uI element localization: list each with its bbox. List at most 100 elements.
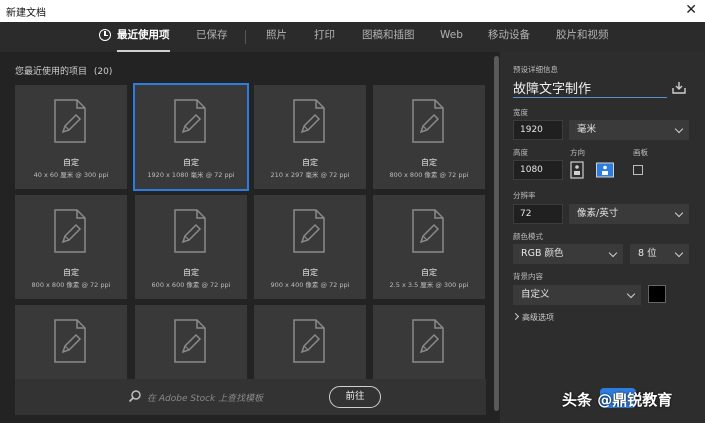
go-button[interactable]: 前往 <box>329 386 381 408</box>
advanced-options-label: 高级选项 <box>522 313 554 322</box>
chevron-down-icon <box>608 248 618 258</box>
width-unit-select[interactable]: 毫米 <box>569 120 689 140</box>
stock-search-placeholder[interactable]: 在 Adobe Stock 上查找模板 <box>147 391 263 404</box>
chevron-down-icon <box>674 124 684 134</box>
tab-recent[interactable]: 最近使用项 <box>117 22 170 52</box>
tab-web[interactable]: Web <box>440 22 463 52</box>
tab-mobile[interactable]: 移动设备 <box>488 22 530 52</box>
recent-preset-card[interactable]: 自定 900 x 400 像素 @ 72 ppi <box>254 195 366 299</box>
preset-label: 自定 <box>302 158 318 167</box>
height-label: 高度 <box>513 148 528 157</box>
scrollbar-thumb[interactable] <box>494 56 499 411</box>
document-icon <box>54 319 86 363</box>
recent-preset-card[interactable]: 自定 40 x 60 厘米 @ 300 ppi <box>15 85 127 189</box>
tab-mobile-label: 移动设备 <box>488 29 530 41</box>
chevron-right-icon <box>511 312 520 321</box>
document-icon <box>412 319 444 363</box>
background-value: 自定义 <box>521 289 550 300</box>
advanced-options-toggle[interactable]: 高级选项 <box>511 312 554 323</box>
recent-preset-card[interactable] <box>15 305 127 379</box>
save-preset-icon[interactable] <box>672 81 686 94</box>
tab-art[interactable]: 图稿和插图 <box>362 22 415 52</box>
document-icon <box>293 209 325 253</box>
chevron-down-icon <box>674 208 684 218</box>
recent-preset-card[interactable]: 自定 600 x 600 像素 @ 72 ppi <box>135 195 247 299</box>
preset-label: 自定 <box>421 158 437 167</box>
artboard-label: 画板 <box>633 148 648 157</box>
tab-film[interactable]: 胶片和视频 <box>556 22 609 52</box>
tab-saved[interactable]: 已保存 <box>196 22 228 52</box>
recent-preset-card[interactable]: 自定 800 x 800 像素 @ 72 ppi <box>15 195 127 299</box>
preset-label: 自定 <box>183 158 199 167</box>
document-icon <box>293 99 325 143</box>
tab-photo[interactable]: 照片 <box>266 22 287 52</box>
artboard-checkbox[interactable] <box>633 165 643 175</box>
preset-size: 800 x 800 像素 @ 72 ppi <box>389 171 469 179</box>
color-mode-select[interactable]: RGB 颜色 <box>513 244 623 264</box>
recent-preset-card[interactable]: 自定 2.5 x 3.5 厘米 @ 300 ppi <box>373 195 485 299</box>
document-icon <box>412 209 444 253</box>
preset-label: 自定 <box>63 158 79 167</box>
document-icon <box>412 99 444 143</box>
bit-depth-select[interactable]: 8 位 <box>630 244 689 264</box>
portrait-icon[interactable] <box>568 161 586 179</box>
height-input[interactable]: 1080 <box>513 160 563 180</box>
color-mode-value: RGB 颜色 <box>521 248 564 259</box>
document-icon <box>174 99 206 143</box>
tab-print[interactable]: 打印 <box>314 22 335 52</box>
document-icon <box>54 99 86 143</box>
landscape-icon[interactable] <box>596 161 614 179</box>
preset-size: 900 x 400 像素 @ 72 ppi <box>270 281 350 289</box>
document-icon <box>293 319 325 363</box>
resolution-unit-select[interactable]: 像素/英寸 <box>569 204 689 224</box>
preset-label: 自定 <box>63 268 79 277</box>
resolution-unit-value: 像素/英寸 <box>577 208 619 219</box>
recent-preset-card[interactable] <box>373 305 485 379</box>
preset-label: 自定 <box>302 268 318 277</box>
preset-header: 预设详细信息 <box>513 65 558 74</box>
tab-saved-label: 已保存 <box>196 29 228 41</box>
recent-preset-card[interactable] <box>254 305 366 379</box>
search-icon <box>128 390 141 403</box>
recent-title-text: 您最近使用的项目 <box>15 67 88 77</box>
clock-icon <box>99 29 111 41</box>
preset-details-panel: 预设详细信息 故障文字制作 宽度 1920 毫米 高度 方向 画板 1080 分… <box>500 52 705 423</box>
width-unit-value: 毫米 <box>577 124 597 135</box>
recent-preset-card[interactable]: 自定 800 x 800 像素 @ 72 ppi <box>373 85 485 189</box>
background-label: 背景内容 <box>513 272 543 281</box>
tab-print-label: 打印 <box>314 29 335 41</box>
background-select[interactable]: 自定义 <box>513 285 641 305</box>
recent-preset-card[interactable] <box>135 305 247 379</box>
preset-size: 2.5 x 3.5 厘米 @ 300 ppi <box>389 281 469 289</box>
preset-size: 210 x 297 毫米 @ 72 ppi <box>270 171 350 179</box>
watermark-text: 头条 @鼎锐教育 <box>562 391 673 409</box>
tab-separator <box>245 30 246 44</box>
chevron-down-icon <box>626 289 636 299</box>
tab-recent-label: 最近使用项 <box>117 29 170 41</box>
recent-panel: 您最近使用的项目 (20) 自定 40 x 60 厘米 @ 300 ppi 自定 19… <box>0 52 500 423</box>
recent-preset-card[interactable]: 自定 1920 x 1080 毫米 @ 72 ppi <box>133 83 249 191</box>
tab-art-label: 图稿和插图 <box>362 29 415 41</box>
width-label: 宽度 <box>513 108 528 117</box>
recent-count: (20) <box>93 67 113 77</box>
tab-web-label: Web <box>440 29 463 41</box>
orientation-label: 方向 <box>570 148 585 157</box>
recent-preset-card[interactable]: 自定 210 x 297 毫米 @ 72 ppi <box>254 85 366 189</box>
title-bar: 新建文档 ✕ <box>0 0 705 22</box>
background-color-swatch[interactable] <box>648 285 666 303</box>
document-icon <box>174 209 206 253</box>
resolution-input[interactable]: 72 <box>513 204 563 224</box>
document-icon <box>54 209 86 253</box>
recent-title: 您最近使用的项目 (20) <box>15 64 112 77</box>
stock-search-bar[interactable]: 在 Adobe Stock 上查找模板 前往 <box>15 379 486 415</box>
document-name-input[interactable]: 故障文字制作 <box>513 78 667 98</box>
category-tabs: 最近使用项 已保存 照片 打印 图稿和插图 Web 移动设备 胶片和视频 <box>0 22 705 52</box>
resolution-label: 分辨率 <box>513 191 536 200</box>
color-mode-label: 颜色模式 <box>513 232 543 241</box>
close-icon[interactable]: ✕ <box>685 1 697 19</box>
width-input[interactable]: 1920 <box>513 120 563 140</box>
preset-label: 自定 <box>183 268 199 277</box>
preset-size: 1920 x 1080 毫米 @ 72 ppi <box>147 171 235 179</box>
preset-size: 600 x 600 像素 @ 72 ppi <box>151 281 231 289</box>
tab-photo-label: 照片 <box>266 29 287 41</box>
